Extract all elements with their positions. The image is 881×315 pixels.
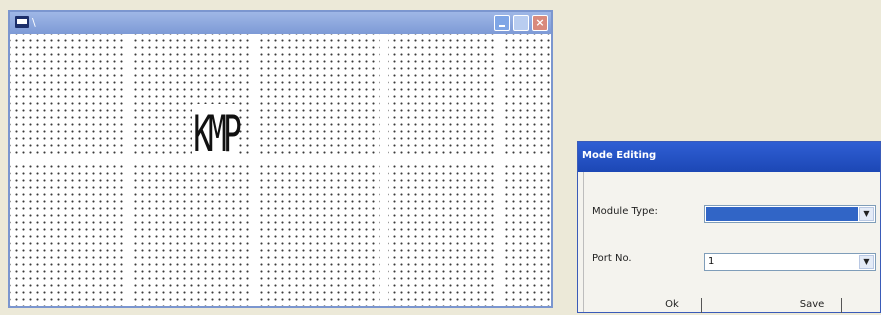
ok-button[interactable]: Ok xyxy=(642,295,702,315)
module-type-select[interactable]: ▼ xyxy=(704,205,876,223)
grid-divider xyxy=(250,34,258,306)
chevron-down-icon[interactable]: ▼ xyxy=(859,207,874,221)
ok-button-label: Ok xyxy=(665,299,679,310)
grid-divider xyxy=(497,34,505,306)
mode-editing-dialog: Mode Editing Module Type: ▼ Port No. 1 ▼… xyxy=(577,141,881,313)
port-no-select[interactable]: 1 ▼ xyxy=(704,253,876,271)
dialog-titlebar[interactable]: Mode Editing xyxy=(578,142,880,172)
dialog-title: Mode Editing xyxy=(582,150,657,161)
dot-grid-canvas[interactable]: KMP xyxy=(10,34,551,306)
close-button[interactable]: × xyxy=(532,15,548,31)
chevron-down-icon[interactable]: ▼ xyxy=(859,255,874,269)
window-title: \ xyxy=(32,16,36,29)
app-icon xyxy=(15,16,29,28)
grid-divider xyxy=(380,34,388,306)
button-edge xyxy=(701,298,702,313)
grid-divider xyxy=(126,34,134,306)
button-edge xyxy=(841,298,842,313)
module-type-label: Module Type: xyxy=(592,206,658,217)
dialog-body: Module Type: ▼ Port No. 1 ▼ Ok Save xyxy=(583,172,880,315)
grid-divider xyxy=(10,155,551,163)
save-button-label: Save xyxy=(799,299,825,310)
grid-text: KMP xyxy=(192,104,242,164)
save-button[interactable]: Save xyxy=(782,295,842,315)
main-window: \ × KMP xyxy=(8,10,553,308)
minimize-button[interactable] xyxy=(494,15,510,31)
port-no-value: 1 xyxy=(708,256,715,267)
maximize-button[interactable] xyxy=(513,15,529,31)
main-titlebar[interactable]: \ × xyxy=(10,12,551,34)
port-no-label: Port No. xyxy=(592,253,632,264)
module-type-value xyxy=(706,207,858,221)
